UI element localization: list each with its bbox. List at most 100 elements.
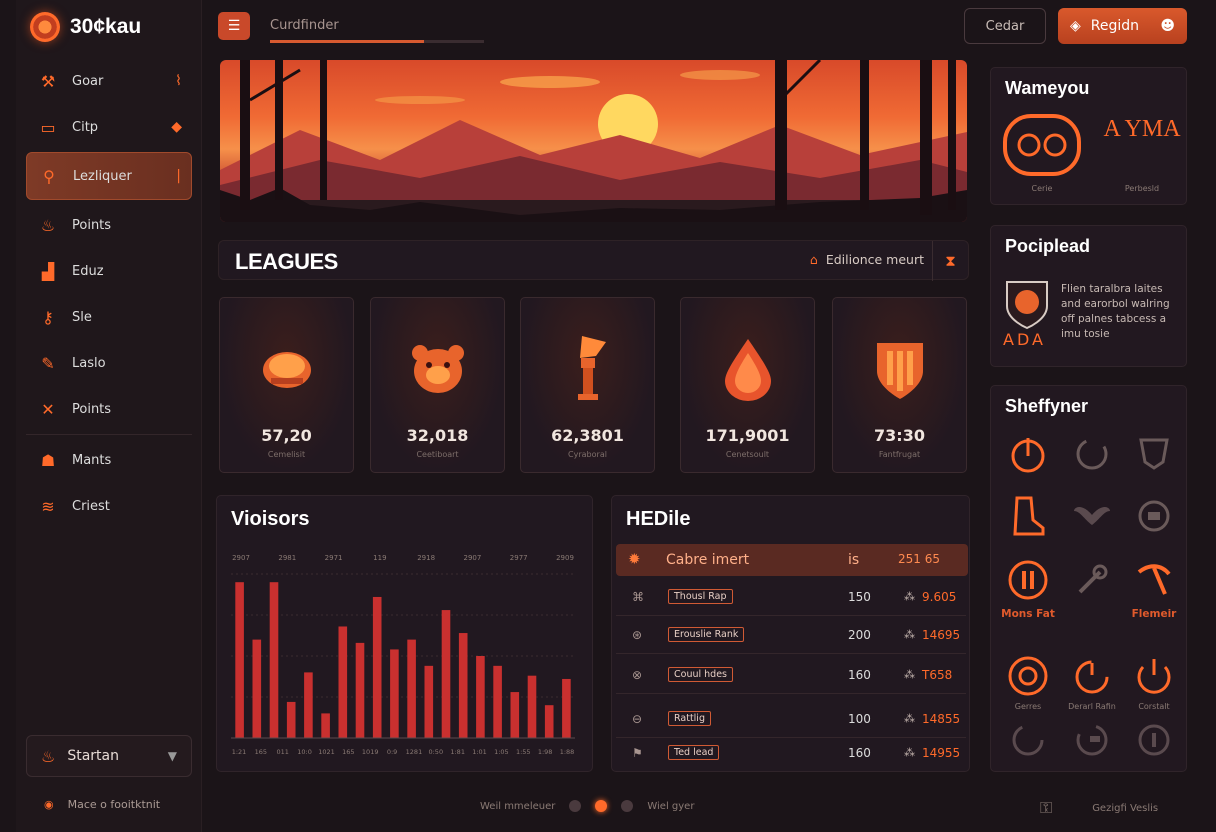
chart-bar[interactable] — [390, 649, 399, 738]
chart-bar[interactable] — [321, 713, 330, 738]
chart-bar[interactable] — [269, 582, 279, 738]
footer-right-text: Gezigfi Veslis — [1092, 802, 1159, 814]
active-dot-icon[interactable] — [595, 800, 608, 812]
visitors-panel: Vioisors 2907 2981 2971 119 2918 2907 2977 2909… — [216, 495, 593, 772]
leagues-header: LEAGUES ⌂ Edilionce meurt ⧗ — [218, 240, 969, 281]
table-row[interactable]: ⌘ Thousl Rap 150 ⁂ 9.605 — [616, 580, 966, 616]
logo-caption: Perbesld — [1124, 184, 1160, 193]
lock-icon[interactable]: ⚿ — [1040, 798, 1052, 818]
chart-bar[interactable] — [372, 596, 382, 738]
chart-bar[interactable] — [510, 692, 520, 738]
lock-ring-icon[interactable] — [1132, 718, 1176, 762]
crest-icon[interactable] — [1132, 432, 1176, 476]
sidebar-item-citp[interactable]: ▭ Citp ◆ — [26, 104, 192, 150]
sidebar-item-eduz[interactable]: ▟ Eduz — [26, 248, 192, 294]
app-logo[interactable]: 30¢kau — [30, 12, 141, 42]
chart-bar[interactable] — [304, 672, 313, 738]
boot-icon[interactable] — [1006, 494, 1050, 538]
footer-mid-text: Wiel gyer — [647, 800, 695, 812]
chart-x-label: 165 — [342, 748, 354, 756]
chart-bar[interactable] — [286, 701, 296, 738]
chart-bar[interactable] — [252, 639, 262, 738]
status-dot-icon[interactable] — [569, 800, 582, 812]
table-row[interactable]: ⊗ Couul hdes 160 ⁂ T658 — [616, 658, 966, 694]
starter-dropdown[interactable]: ♨ Startan ▼ — [26, 735, 192, 777]
chart-bar[interactable] — [441, 610, 451, 738]
chart-top-label: 2909 — [556, 554, 574, 562]
status-dot-icon[interactable] — [621, 800, 634, 812]
emblem-caption: Cerie — [1031, 184, 1053, 193]
ayma-logo[interactable]: A YMA — [1103, 116, 1181, 142]
league-card-4[interactable]: 171,9001 Cenetsoult — [680, 297, 815, 473]
card-sub: Cemelisit — [267, 450, 306, 459]
wings-icon[interactable] — [1070, 494, 1114, 538]
sidebar-item-goar[interactable]: ⚒ Goar ⌇ — [26, 58, 192, 104]
house-icon: ⌂ — [809, 252, 818, 267]
sidebar-item-mants[interactable]: ☗ Mants — [26, 437, 192, 483]
chart-bar[interactable] — [527, 675, 537, 738]
chart-bar[interactable] — [493, 665, 502, 738]
sidebar-item-label: Points — [72, 217, 112, 233]
refresh-icon[interactable] — [1006, 718, 1050, 762]
standby-icon[interactable] — [1132, 654, 1176, 698]
medal-icon[interactable] — [1132, 494, 1176, 538]
bar-chart-icon: ▟ — [41, 261, 55, 281]
wrench-icon[interactable] — [1070, 558, 1114, 602]
chart-bar[interactable] — [562, 678, 571, 738]
pickaxe-icon[interactable] — [1132, 558, 1176, 602]
league-card-5[interactable]: 73:30 Fantfrugat — [832, 297, 967, 473]
table-row[interactable]: ⚑ Ted lead 160 ⁂ 14955 — [616, 736, 966, 772]
wifi-icon: ≋ — [41, 496, 55, 516]
chart-bar[interactable] — [407, 639, 416, 738]
sheffyner-title: Sheffyner — [1005, 396, 1089, 416]
chevron-icon: | — [176, 168, 181, 184]
target-icon[interactable] — [1006, 654, 1050, 698]
league-card-3[interactable]: 62,3801 Cyraboral — [520, 297, 655, 473]
league-card-2[interactable]: 32,018 Ceetiboart — [370, 297, 505, 473]
card-sub: Ceetiboart — [416, 450, 459, 459]
chart-bar[interactable] — [476, 656, 485, 738]
chart-bar[interactable] — [544, 705, 554, 738]
emblem-icon[interactable] — [1003, 114, 1081, 180]
menu-button[interactable]: ☰ — [218, 12, 250, 40]
card-sub: Cenetsoult — [725, 450, 770, 459]
chart-bar[interactable] — [235, 582, 244, 738]
chart-top-label: 2918 — [417, 554, 435, 562]
sidebar-item-sle[interactable]: ⚷ Sle — [26, 294, 192, 340]
chart-x-label: 1:21 — [232, 748, 247, 756]
chart-bar[interactable] — [355, 642, 365, 738]
sidebar-item-points[interactable]: ♨ Points — [26, 202, 192, 248]
flame-icon: ♨ — [40, 215, 56, 235]
sidebar-item-points-2[interactable]: ✕ Points — [26, 386, 192, 432]
sidebar-item-criest[interactable]: ≋ Criest — [26, 483, 192, 529]
region-button[interactable]: ◈ Regidn ☻ — [1058, 8, 1187, 44]
cedar-button[interactable]: Cedar — [964, 8, 1046, 44]
sidebar-item-label: Mants — [72, 452, 112, 468]
chart-bar[interactable] — [424, 665, 434, 738]
leagues-meta[interactable]: ⌂ Edilionce meurt — [810, 252, 924, 267]
league-card-1[interactable]: 57,20 Cemelisit — [219, 297, 354, 473]
sync-icon[interactable] — [1070, 718, 1114, 762]
row-marker-icon: ⁂ — [904, 590, 915, 603]
table-header[interactable]: ✹ Cabre imert is 251 65 — [616, 544, 968, 576]
pause-icon[interactable] — [1006, 558, 1050, 602]
chart-bar[interactable] — [338, 626, 348, 738]
table-row[interactable]: ⊖ Rattlig 100 ⁂ 14855 — [616, 702, 966, 738]
sidebar-item-laslo[interactable]: ✎ Laslo — [26, 340, 192, 386]
sidebar-item-label: Sle — [72, 309, 92, 325]
power-ring-icon[interactable] — [1070, 654, 1114, 698]
search-label[interactable]: Curdfinder — [270, 18, 339, 33]
chart-x-label: 1281 — [406, 748, 423, 756]
flame-icon: ♨ — [41, 746, 56, 766]
chart-bar[interactable] — [458, 633, 468, 738]
chart-x-label: 1:81 — [450, 748, 465, 756]
visitors-bar-chart: 2907 2981 2971 119 2918 2907 2977 2909 1:21 165 01… — [231, 554, 575, 756]
bear-icon — [371, 334, 504, 404]
timer-icon[interactable] — [1070, 432, 1114, 476]
sidebar-item-lezliquer[interactable]: ⚲ Lezliquer | — [26, 152, 192, 200]
leagues-meta-label: Edilionce meurt — [825, 252, 924, 267]
hourglass-icon[interactable]: ⧗ — [932, 241, 968, 281]
power-icon[interactable] — [1006, 432, 1050, 476]
row-tag: Ted lead — [668, 745, 720, 760]
table-row[interactable]: ⊛ Erouslie Rank 200 ⁂ 14695 — [616, 618, 966, 654]
